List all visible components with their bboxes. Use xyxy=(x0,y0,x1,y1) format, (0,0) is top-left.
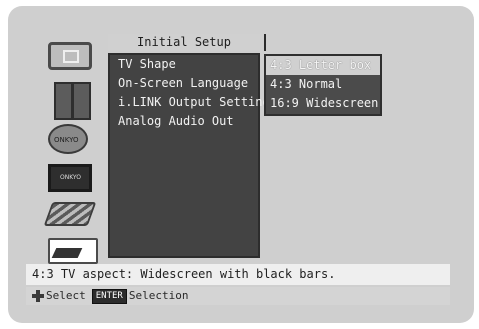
setup-menu: TV Shape On-Screen Language i.LINK Outpu… xyxy=(108,53,270,258)
tv-shape-submenu: 4:3 Letter box 4:3 Normal 16:9 Widescree… xyxy=(264,54,382,116)
menu-item-tv-shape[interactable]: TV Shape xyxy=(110,55,258,74)
menu-item-ilink-output[interactable]: i.LINK Output Setting xyxy=(110,93,270,112)
receiver-icon[interactable] xyxy=(48,164,92,192)
dpad-icon xyxy=(32,290,44,302)
category-sidebar xyxy=(40,32,110,264)
globe-icon[interactable] xyxy=(48,124,88,154)
menu-title: Initial Setup xyxy=(108,34,260,51)
enter-key-icon: ENTER xyxy=(91,288,127,304)
menu-item-analog-audio-out[interactable]: Analog Audio Out xyxy=(110,112,258,131)
selection-hint: Selection xyxy=(128,289,189,302)
tv-screen-icon[interactable] xyxy=(48,42,92,70)
option-normal[interactable]: 4:3 Normal xyxy=(266,75,380,94)
speakers-icon[interactable] xyxy=(48,82,92,120)
description-bar: 4:3 TV aspect: Widescreen with black bar… xyxy=(26,264,450,285)
title-divider xyxy=(264,34,266,51)
folder-icon[interactable] xyxy=(48,238,98,264)
cable-icon[interactable] xyxy=(43,202,97,226)
help-bar: Select ENTER Selection xyxy=(26,287,450,305)
option-widescreen[interactable]: 16:9 Widescreen xyxy=(266,94,380,113)
option-letter-box[interactable]: 4:3 Letter box xyxy=(266,56,380,75)
menu-item-on-screen-language[interactable]: On-Screen Language xyxy=(110,74,258,93)
osd-screen: Initial Setup TV Shape On-Screen Languag… xyxy=(8,6,474,323)
select-hint: Select xyxy=(46,289,86,302)
